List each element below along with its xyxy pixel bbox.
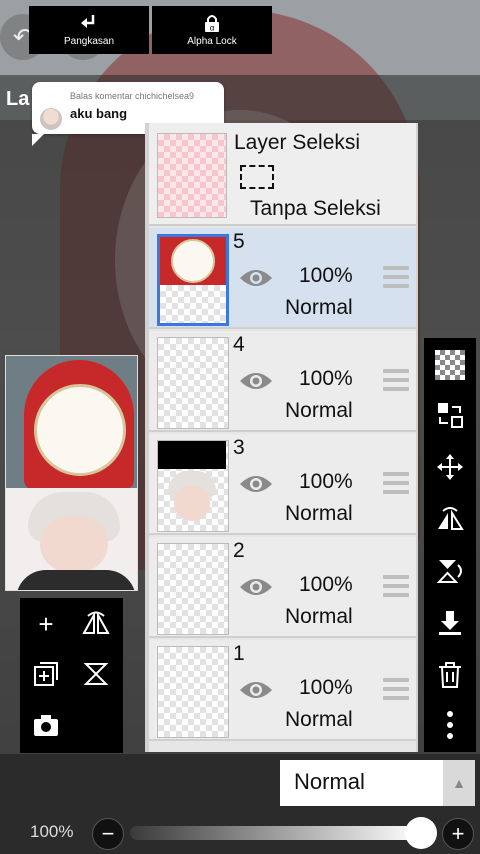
eye-icon[interactable] (239, 678, 273, 702)
add-layer-icon[interactable]: + (26, 604, 66, 644)
layer-blend-mode: Normal (285, 605, 353, 628)
eye-icon[interactable] (239, 575, 273, 599)
drag-handle-icon[interactable] (383, 678, 409, 705)
flip-vertical-icon[interactable] (424, 548, 476, 594)
alpha-lock-label: Alpha Lock (187, 36, 237, 47)
eye-icon[interactable] (239, 369, 273, 393)
more-icon[interactable] (424, 702, 476, 748)
comment-message: aku bang (70, 106, 128, 121)
layer-blend-mode: Normal (285, 399, 353, 422)
blend-mode-select[interactable]: Normal (280, 760, 443, 806)
clip-button[interactable]: Pangkasan (29, 6, 149, 54)
flip-icon[interactable] (76, 604, 116, 644)
layer-thumbnail (157, 440, 229, 532)
layer-thumbnail (157, 646, 229, 738)
layer-number: 5 (233, 230, 245, 253)
layer-row-2[interactable]: 2 100% Normal (149, 537, 416, 638)
drag-handle-icon[interactable] (383, 369, 409, 396)
layer-opacity: 100% (299, 367, 353, 390)
layer-blend-mode: Normal (285, 708, 353, 731)
zoom-in-button[interactable]: + (442, 818, 474, 850)
layer-opacity: 100% (299, 264, 353, 287)
slider-knob[interactable] (405, 817, 437, 849)
selection-marquee-icon (240, 165, 274, 189)
swap-layer-icon[interactable] (424, 392, 476, 438)
zoom-level: 100% (30, 822, 74, 841)
layer-row-4[interactable]: 4 100% Normal (149, 331, 416, 432)
svg-text:α: α (210, 24, 215, 33)
layer-opacity: 100% (299, 470, 353, 493)
layer-thumbnail (157, 234, 229, 326)
move-icon[interactable] (424, 444, 476, 490)
checker-icon[interactable] (424, 342, 476, 388)
layer-thumbnail (157, 337, 229, 429)
flip-horizontal-icon[interactable] (424, 496, 476, 542)
layer-row-5[interactable]: 5 100% Normal (149, 228, 416, 329)
blend-mode-dropdown-arrow-icon[interactable]: ▲ (443, 760, 475, 806)
selection-layer-subtitle: Tanpa Seleksi (250, 197, 381, 220)
merge-down-icon[interactable] (424, 600, 476, 646)
rotate-icon[interactable] (76, 654, 116, 694)
drag-handle-icon[interactable] (383, 266, 409, 293)
camera-icon[interactable] (26, 706, 66, 746)
layer-number: 4 (233, 333, 245, 356)
eye-icon[interactable] (239, 266, 273, 290)
layer-opacity: 100% (299, 676, 353, 699)
clip-arrow-icon (81, 15, 95, 28)
layer-number: 1 (233, 642, 245, 665)
trash-icon[interactable] (424, 652, 476, 698)
layer-number: 2 (233, 539, 245, 562)
layer-opacity: 100% (299, 573, 353, 596)
layer-number: 3 (233, 436, 245, 459)
clip-label: Pangkasan (63, 36, 115, 47)
opacity-slider[interactable] (130, 826, 420, 840)
alpha-lock-button[interactable]: α Alpha Lock (152, 6, 272, 54)
layer-thumbnail (157, 543, 229, 635)
zoom-out-button[interactable]: − (92, 818, 124, 850)
selection-layer-thumbnail (157, 133, 227, 218)
layer-preview-image (5, 355, 138, 591)
layer-blend-mode: Normal (285, 502, 353, 525)
eye-icon[interactable] (239, 472, 273, 496)
left-toolbar: + (20, 598, 123, 753)
layer-row-1[interactable]: 1 100% Normal (149, 640, 416, 741)
layer-blend-mode: Normal (285, 296, 353, 319)
drag-handle-icon[interactable] (383, 575, 409, 602)
right-toolbar (424, 338, 476, 752)
selection-layer-title: Layer Seleksi (234, 131, 361, 154)
selection-layer-row[interactable]: Layer Seleksi Tanpa Seleksi (149, 123, 416, 226)
avatar (40, 108, 62, 130)
drag-handle-icon[interactable] (383, 472, 409, 499)
layer-title-fragment: La (6, 88, 30, 110)
lock-icon: α (205, 15, 219, 33)
layer-row-3[interactable]: 3 100% Normal (149, 434, 416, 535)
comment-header: Balas komentar chichichelsea9 (70, 91, 195, 101)
layers-panel: Layer Seleksi Tanpa Seleksi 5 100% Norma… (145, 123, 418, 752)
copy-layer-icon[interactable] (26, 654, 66, 694)
